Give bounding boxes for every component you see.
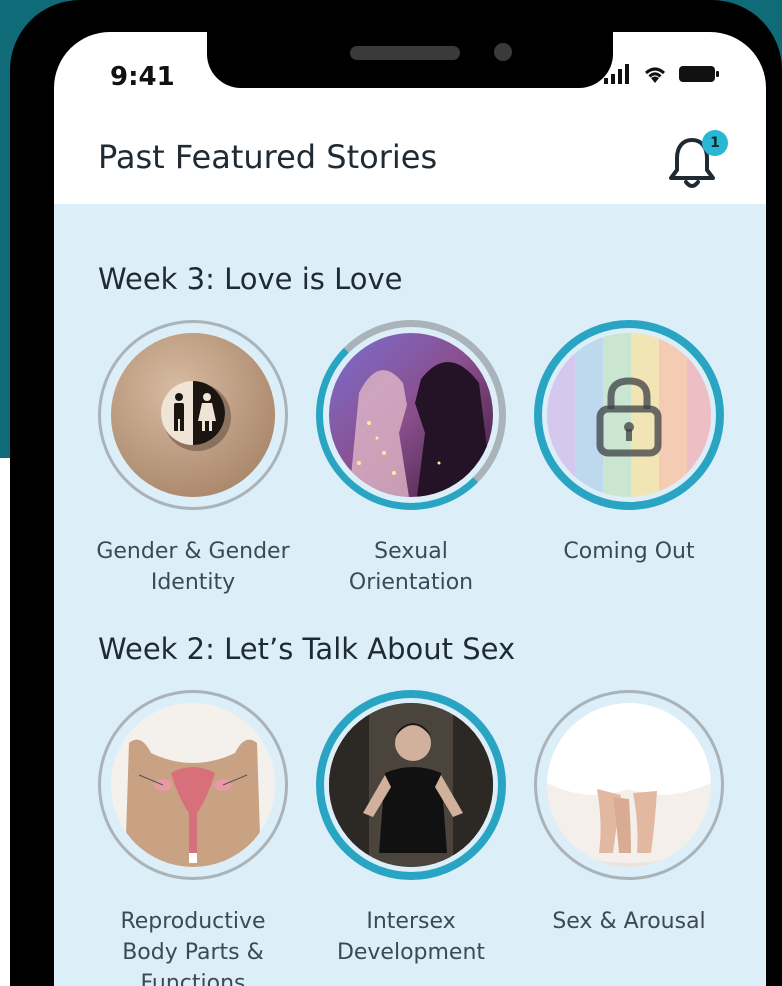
story-label: Sex & Arousal — [552, 909, 706, 934]
story-image-reproductive — [111, 703, 275, 867]
section-title-week3: Week 3: Love is Love — [98, 262, 403, 296]
story-label: Sexual Orientation — [348, 539, 474, 595]
feet-in-bed-photo — [547, 703, 711, 867]
story-coming-out[interactable]: Coming Out — [534, 320, 724, 567]
story-ring-locked — [534, 320, 724, 510]
story-label: Gender & Gender Identity — [96, 539, 290, 595]
status-icons — [604, 64, 720, 84]
notifications-button[interactable]: 1 — [666, 130, 728, 190]
story-image-feet — [547, 703, 711, 867]
story-reproductive-body-parts[interactable]: Reproductive Body Parts & Functions — [98, 690, 288, 986]
battery-icon — [679, 66, 719, 82]
story-intersex-development[interactable]: Intersex Development — [316, 690, 506, 968]
status-time: 9:41 — [110, 62, 175, 92]
story-ring — [98, 690, 288, 880]
story-ring-partial-progress — [316, 320, 506, 510]
story-ring — [98, 320, 288, 510]
story-sexual-orientation[interactable]: Sexual Orientation — [316, 320, 506, 598]
person-photo — [329, 703, 493, 867]
stories-list: Week 3: Love is Love Gender & Gender Ide… — [54, 204, 766, 986]
story-image-couple — [329, 333, 493, 497]
story-label: Coming Out — [563, 539, 695, 564]
story-label: Reproductive Body Parts & Functions — [120, 909, 266, 986]
story-image-rainbow — [547, 333, 711, 497]
reproductive-diagram — [111, 703, 275, 867]
app-header: Past Featured Stories 1 — [54, 122, 766, 204]
story-ring-complete — [316, 690, 506, 880]
page-title: Past Featured Stories — [98, 138, 438, 176]
phone-notch — [207, 32, 613, 88]
front-camera — [494, 43, 512, 61]
phone-screen: 9:41 Past Featured Stories 1 Week 3: Lov… — [54, 32, 766, 986]
signal-icon — [604, 64, 629, 84]
story-label: Intersex Development — [336, 909, 486, 965]
speaker-grille — [350, 46, 460, 60]
story-ring — [534, 690, 724, 880]
story-image-restroom — [111, 333, 275, 497]
lock-icon — [596, 377, 662, 457]
story-gender-identity[interactable]: Gender & Gender Identity — [96, 320, 290, 598]
section-title-week2: Week 2: Let’s Talk About Sex — [98, 632, 516, 666]
restroom-sign-icon — [111, 333, 275, 497]
story-sex-arousal[interactable]: Sex & Arousal — [534, 690, 724, 937]
couple-photo — [329, 333, 493, 497]
story-image-person — [329, 703, 493, 867]
wifi-icon — [645, 67, 665, 83]
notification-badge: 1 — [702, 130, 728, 156]
